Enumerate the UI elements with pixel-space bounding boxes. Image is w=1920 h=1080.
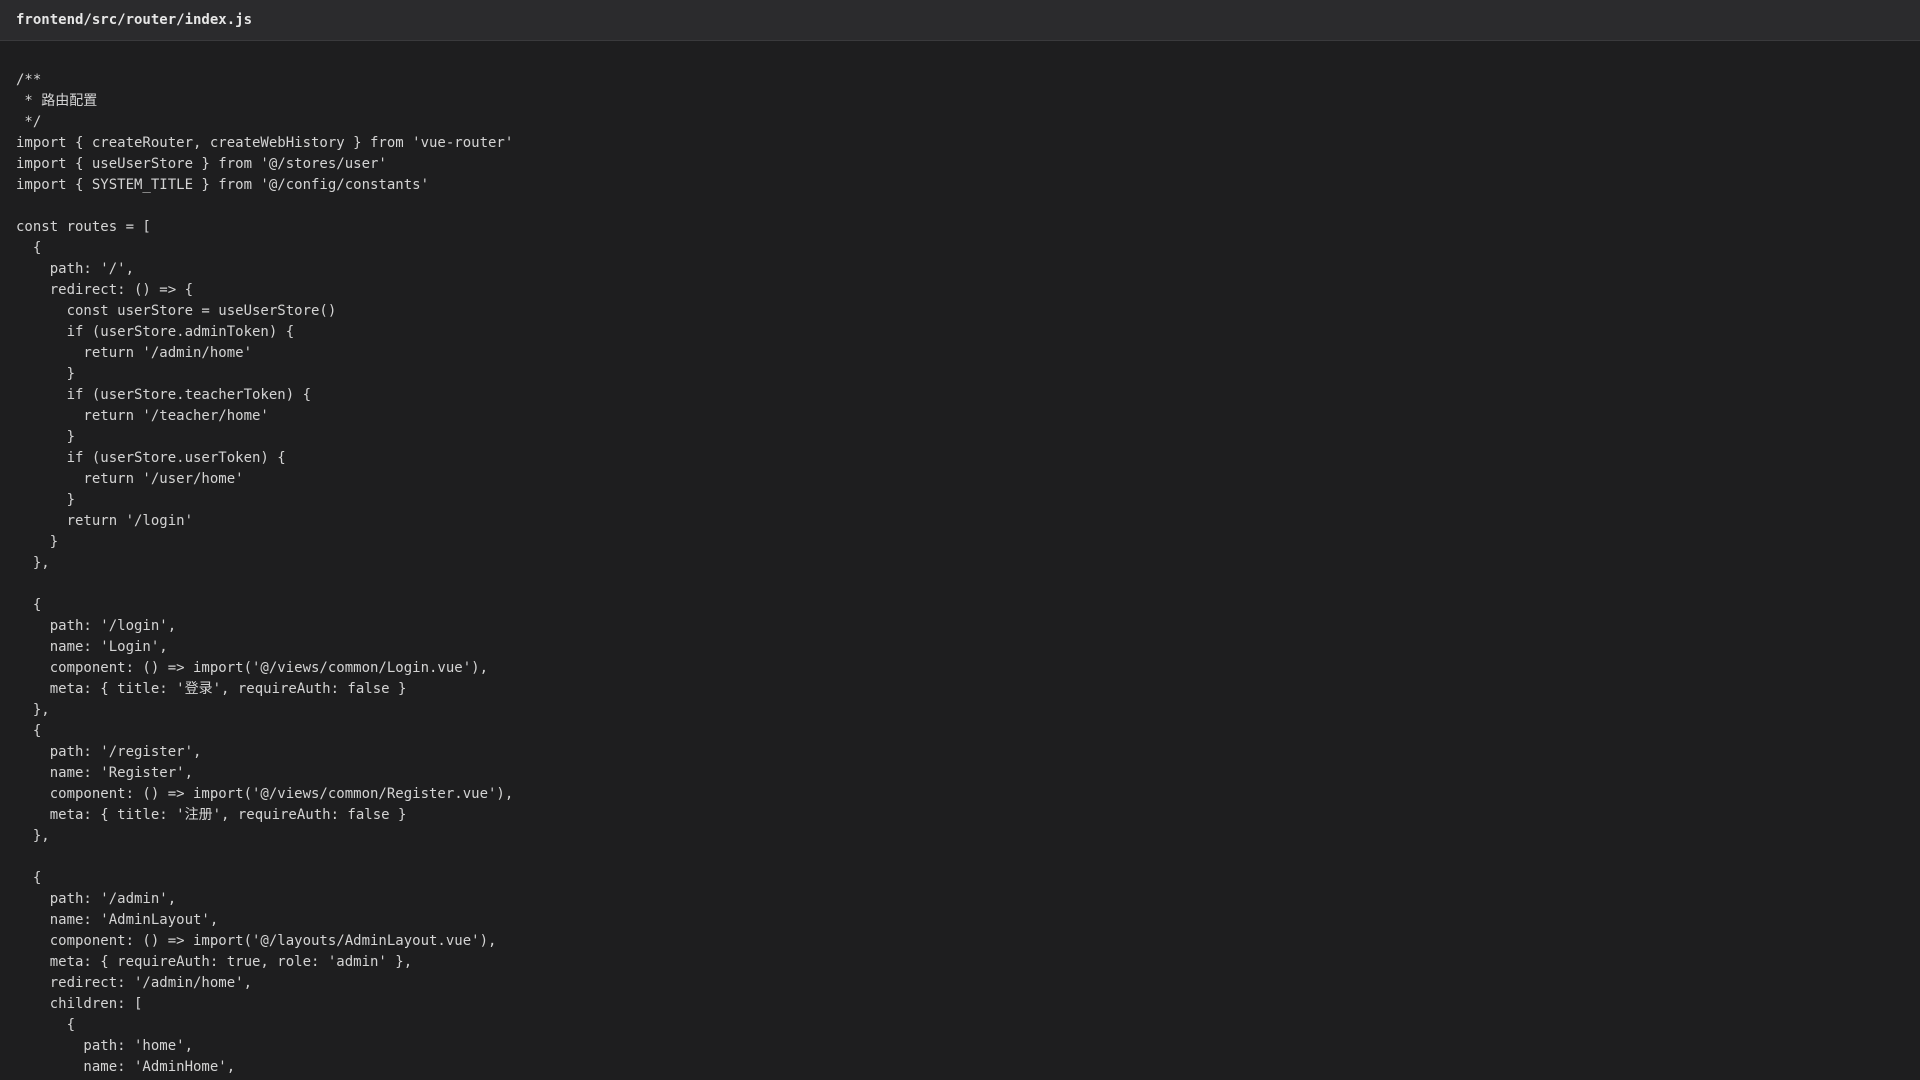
code-line: path: '/', [16, 261, 135, 277]
code-line: path: '/login', [16, 618, 177, 634]
code-line: { [16, 1017, 76, 1033]
code-line: name: 'Register', [16, 765, 194, 781]
code-line: } [16, 492, 76, 508]
code-body: /** * 路由配置 */ import { createRouter, cre… [0, 41, 1920, 1078]
code-line: return '/admin/home' [16, 345, 253, 361]
code-line: meta: { title: '登录', requireAuth: false … [16, 681, 407, 697]
code-line: component: () => import('@/views/common/… [16, 786, 514, 802]
code-line: component: () => import('@/layouts/Admin… [16, 933, 497, 949]
code-line: const routes = [ [16, 219, 151, 235]
file-header: frontend/src/router/index.js [0, 0, 1920, 41]
code-line: name: 'AdminHome', [16, 1059, 236, 1075]
code-line: meta: { title: '注册', requireAuth: false … [16, 807, 407, 823]
code-line: return '/login' [16, 513, 194, 529]
code-line: */ [16, 114, 42, 130]
code-line: if (userStore.teacherToken) { [16, 387, 312, 403]
code-line: name: 'AdminLayout', [16, 912, 219, 928]
code-line: import { SYSTEM_TITLE } from '@/config/c… [16, 177, 430, 193]
code-line: path: '/register', [16, 744, 202, 760]
code-line: redirect: '/admin/home', [16, 975, 253, 991]
code-line: } [16, 534, 59, 550]
code-line: import { createRouter, createWebHistory … [16, 135, 514, 151]
code-line: }, [16, 555, 50, 571]
code-line: path: '/admin', [16, 891, 177, 907]
code-line: { [16, 870, 42, 886]
code-line: }, [16, 702, 50, 718]
code-line: }, [16, 828, 50, 844]
code-line: } [16, 429, 76, 445]
code-line: /** [16, 72, 42, 88]
code-line: name: 'Login', [16, 639, 168, 655]
code-line: { [16, 723, 42, 739]
code-line: meta: { requireAuth: true, role: 'admin'… [16, 954, 413, 970]
code-line: return '/user/home' [16, 471, 244, 487]
code-line: const userStore = useUserStore() [16, 303, 337, 319]
code-line: * 路由配置 [16, 93, 98, 109]
code-line: return '/teacher/home' [16, 408, 269, 424]
file-path: frontend/src/router/index.js [16, 12, 253, 28]
code-line: path: 'home', [16, 1038, 194, 1054]
code-line: if (userStore.userToken) { [16, 450, 286, 466]
code-line: if (userStore.adminToken) { [16, 324, 295, 340]
code-line: } [16, 366, 76, 382]
code-line: component: () => import('@/views/common/… [16, 660, 489, 676]
code-line: import { useUserStore } from '@/stores/u… [16, 156, 387, 172]
code-line: { [16, 597, 42, 613]
code-viewer: frontend/src/router/index.js /** * 路由配置 … [0, 0, 1920, 1080]
code-line: children: [ [16, 996, 143, 1012]
code-line: redirect: () => { [16, 282, 194, 298]
code-line: { [16, 240, 42, 256]
